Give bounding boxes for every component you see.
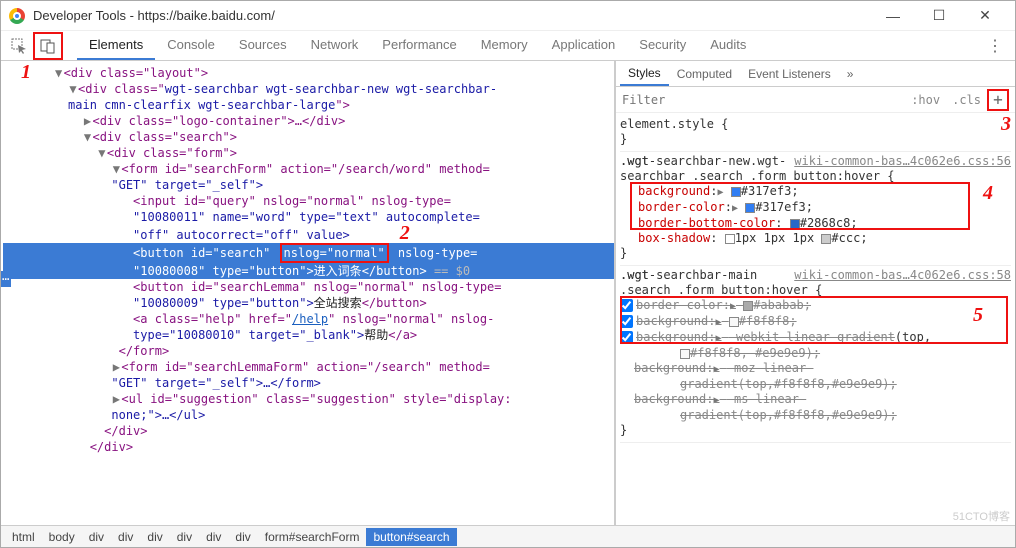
inspect-icon[interactable] xyxy=(5,32,33,60)
crumb[interactable]: div xyxy=(170,528,199,546)
selected-dom-node[interactable]: <button id="search" nslog="normal" nslog… xyxy=(3,243,614,263)
titlebar: Developer Tools - https://baike.baidu.co… xyxy=(1,1,1015,31)
source-link[interactable]: wiki-common-bas…4c062e6.css:58 xyxy=(794,268,1011,283)
chrome-icon xyxy=(9,8,25,24)
hov-toggle[interactable]: :hov xyxy=(911,93,940,107)
annotation-5: 5 xyxy=(973,308,983,323)
device-toolbar-button[interactable] xyxy=(33,32,63,60)
minimize-button[interactable]: — xyxy=(871,2,915,30)
styles-panel: Styles Computed Event Listeners » :hov .… xyxy=(615,61,1015,525)
crumb[interactable]: div xyxy=(111,528,140,546)
crumb[interactable]: body xyxy=(42,528,82,546)
window-title: Developer Tools - https://baike.baidu.co… xyxy=(33,8,871,23)
cls-toggle[interactable]: .cls xyxy=(952,93,981,107)
crumb[interactable]: form#searchForm xyxy=(258,528,367,546)
prop-toggle[interactable] xyxy=(620,331,633,344)
tab-computed[interactable]: Computed xyxy=(669,63,740,85)
prop-toggle[interactable] xyxy=(620,315,633,328)
ellipsis-icon[interactable]: ⋯ xyxy=(1,271,11,287)
crumb[interactable]: html xyxy=(5,528,42,546)
tab-styles[interactable]: Styles xyxy=(620,62,669,86)
kebab-menu-icon[interactable]: ⋮ xyxy=(987,36,1005,56)
tab-audits[interactable]: Audits xyxy=(698,31,758,60)
close-button[interactable]: ✕ xyxy=(963,2,1007,30)
tab-elements[interactable]: Elements xyxy=(77,31,155,60)
breadcrumb: html body div div div div div div form#s… xyxy=(1,525,1015,547)
tab-performance[interactable]: Performance xyxy=(370,31,468,60)
watermark: 51CTO博客 xyxy=(953,508,1010,524)
rule-element-style[interactable]: element.style { xyxy=(620,117,1011,132)
tab-network[interactable]: Network xyxy=(299,31,371,60)
maximize-button[interactable]: ☐ xyxy=(917,2,961,30)
prop-toggle[interactable] xyxy=(620,299,633,312)
new-rule-button[interactable]: + xyxy=(987,89,1009,111)
crumb[interactable]: div xyxy=(199,528,228,546)
tab-event-listeners[interactable]: Event Listeners xyxy=(740,63,839,85)
elements-dom-tree[interactable]: ⋯ ▼<div class="layout"> ▼<div class="wgt… xyxy=(1,61,615,525)
tab-memory[interactable]: Memory xyxy=(469,31,540,60)
crumb-selected[interactable]: button#search xyxy=(366,528,456,546)
tab-security[interactable]: Security xyxy=(627,31,698,60)
crumb[interactable]: div xyxy=(82,528,111,546)
crumb[interactable]: div xyxy=(228,528,257,546)
devtools-toolbar: Elements Console Sources Network Perform… xyxy=(1,31,1015,61)
tab-sources[interactable]: Sources xyxy=(227,31,299,60)
tab-console[interactable]: Console xyxy=(155,31,227,60)
annotation-4: 4 xyxy=(983,186,993,201)
tab-application[interactable]: Application xyxy=(540,31,628,60)
filter-input[interactable] xyxy=(622,93,905,107)
crumb[interactable]: div xyxy=(140,528,169,546)
source-link[interactable]: wiki-common-bas…4c062e6.css:56 xyxy=(794,154,1011,169)
more-tabs-icon[interactable]: » xyxy=(839,63,862,85)
